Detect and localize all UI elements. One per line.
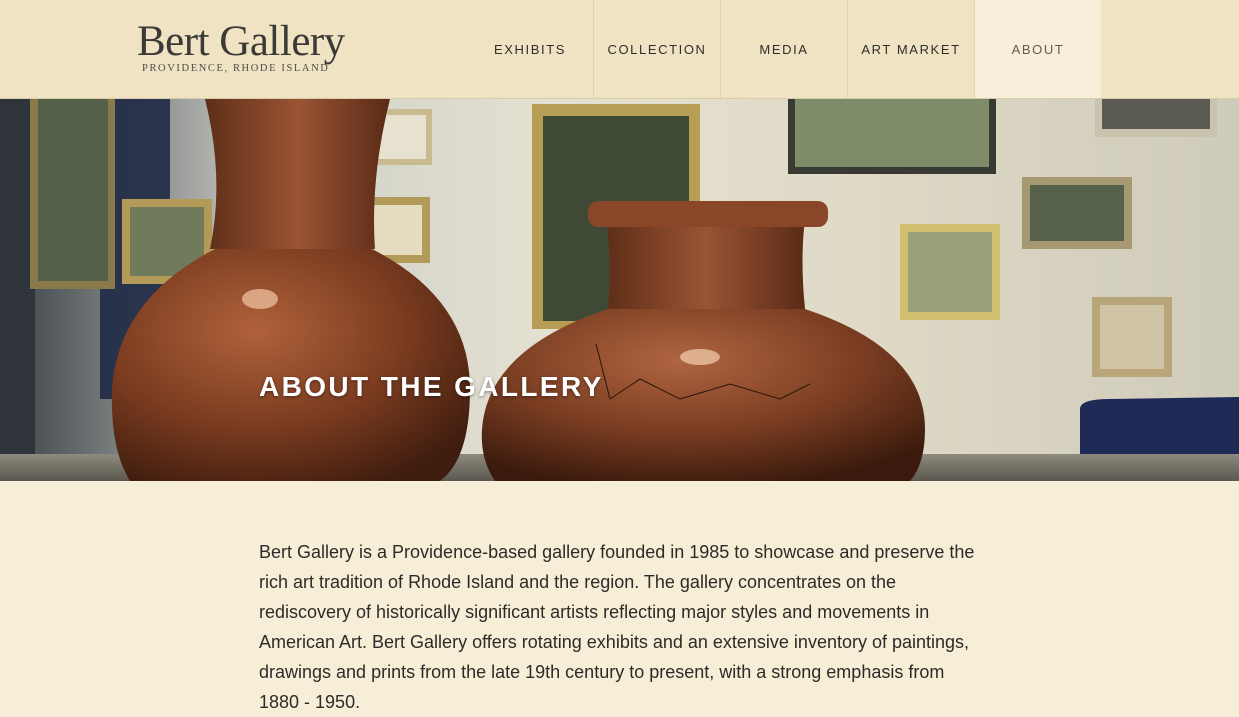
nav-item-about[interactable]: ABOUT xyxy=(974,0,1101,98)
hero-banner: ABOUT THE GALLERY xyxy=(0,99,1239,481)
hero-image xyxy=(0,99,1239,481)
site-header: Bert Gallery PROVIDENCE, RHODE ISLAND EX… xyxy=(0,0,1239,99)
nav-item-art-market[interactable]: ART MARKET xyxy=(847,0,974,98)
logo-subtitle: PROVIDENCE, RHODE ISLAND xyxy=(142,63,330,74)
nav-item-media[interactable]: MEDIA xyxy=(720,0,847,98)
logo-title: Bert Gallery xyxy=(137,18,345,65)
site-logo[interactable]: Bert Gallery PROVIDENCE, RHODE ISLAND xyxy=(137,18,357,75)
page-title: ABOUT THE GALLERY xyxy=(259,371,604,402)
main-nav: EXHIBITS COLLECTION MEDIA ART MARKET ABO… xyxy=(467,0,1101,98)
nav-item-exhibits[interactable]: EXHIBITS xyxy=(467,0,593,98)
nav-item-collection[interactable]: COLLECTION xyxy=(593,0,720,98)
intro-paragraph: Bert Gallery is a Providence-based galle… xyxy=(259,542,975,712)
